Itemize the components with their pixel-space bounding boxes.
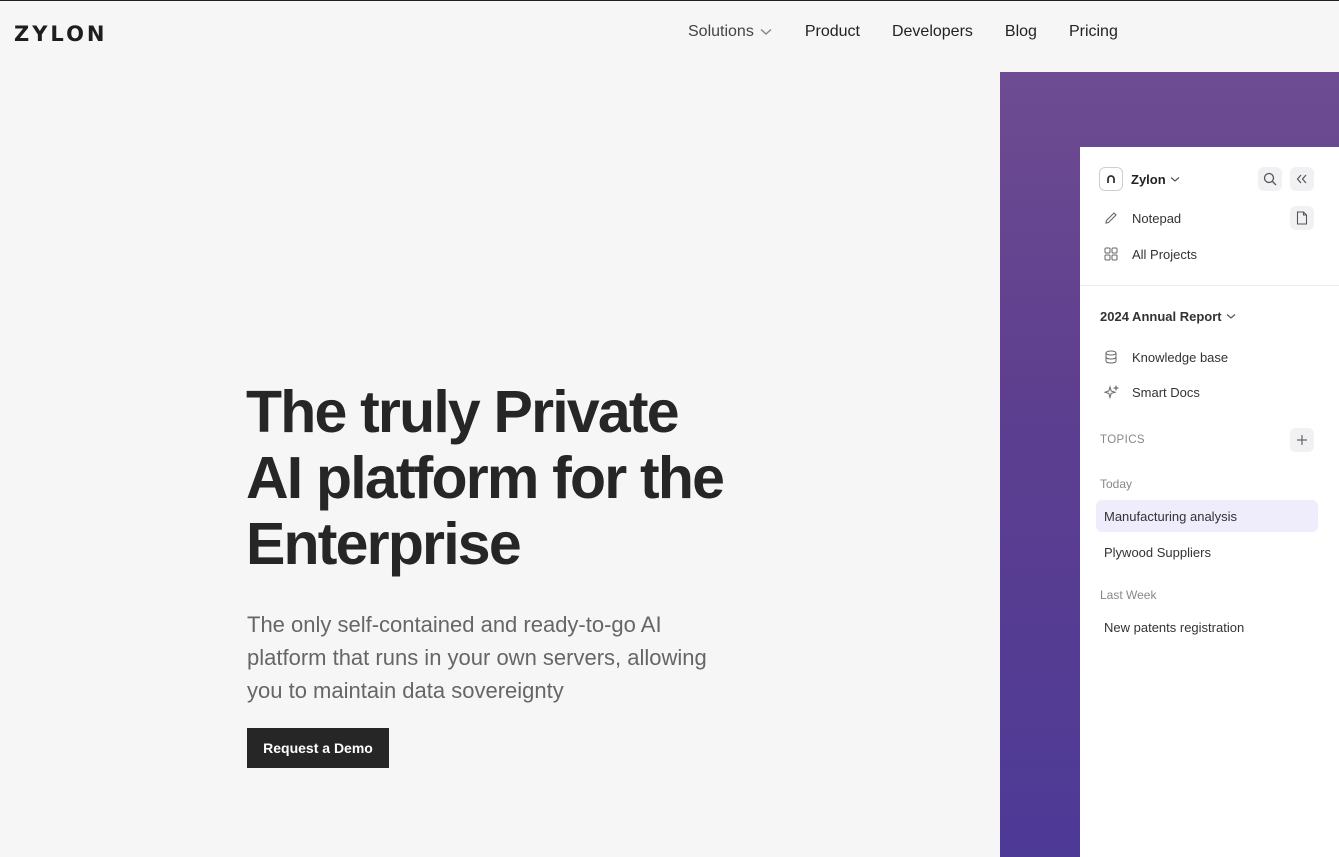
sidebar-item-label: All Projects (1132, 246, 1198, 262)
collapse-sidebar-button[interactable] (1290, 167, 1314, 191)
topic-label: New patents registration (1104, 619, 1245, 635)
collapse-sidebar-icon (1296, 174, 1307, 184)
pencil-icon (1103, 210, 1119, 226)
group-label-last-week: Last Week (1100, 588, 1157, 602)
workspace-logo-icon (1099, 167, 1123, 191)
hero-title: The truly Private AI platform for the En… (246, 379, 725, 577)
project-selector[interactable]: 2024 Annual Report (1100, 309, 1236, 324)
search-button[interactable] (1258, 167, 1282, 191)
plus-icon (1297, 435, 1307, 445)
zylon-logo[interactable]: ZYLON (14, 22, 108, 46)
nav-pricing[interactable]: Pricing (1069, 23, 1118, 41)
nav-blog[interactable]: Blog (1005, 23, 1037, 41)
nav-developers[interactable]: Developers (892, 23, 973, 41)
request-demo-button[interactable]: Request a Demo (247, 728, 389, 768)
sidebar-item-notepad[interactable]: Notepad (1103, 210, 1181, 226)
topics-label: TOPICS (1100, 434, 1146, 446)
new-note-button[interactable] (1290, 206, 1314, 230)
chevron-down-icon (760, 28, 772, 36)
sidebar-item-all-projects[interactable]: All Projects (1103, 246, 1197, 262)
grid-icon (1103, 246, 1119, 262)
topic-item[interactable]: New patents registration (1096, 611, 1318, 643)
sidebar-item-label: Notepad (1132, 210, 1182, 226)
topic-label: Manufacturing analysis (1104, 508, 1237, 524)
topic-item[interactable]: Plywood Suppliers (1096, 536, 1318, 568)
sidebar-item-label: Smart Docs (1132, 384, 1200, 400)
workspace-name: Zylon (1131, 171, 1166, 187)
add-topic-button[interactable] (1290, 428, 1314, 452)
chevron-down-icon (1226, 314, 1236, 319)
topic-item[interactable]: Manufacturing analysis (1096, 500, 1318, 532)
sidebar-item-knowledge-base[interactable]: Knowledge base (1103, 349, 1228, 365)
workspace-switcher[interactable]: Zylon (1099, 167, 1180, 191)
sidebar-item-label: Knowledge base (1132, 349, 1229, 365)
sidebar-item-smart-docs[interactable]: Smart Docs (1103, 384, 1200, 400)
chevron-down-icon (1170, 176, 1180, 182)
nav-solutions[interactable]: Solutions (688, 23, 772, 41)
nav-product[interactable]: Product (805, 23, 860, 41)
topic-label: Plywood Suppliers (1104, 544, 1211, 560)
main-nav: Solutions Product Developers Blog Pricin… (688, 23, 1150, 41)
search-icon (1263, 172, 1277, 186)
hero-subtitle: The only self-contained and ready-to-go … (247, 612, 707, 703)
group-label-today: Today (1100, 477, 1133, 491)
project-name: 2024 Annual Report (1100, 309, 1222, 324)
app-preview-sidebar: Zylon Notepad All Projects 2024 Annual R… (1080, 147, 1339, 857)
database-icon (1103, 349, 1119, 365)
nav-solutions-label: Solutions (688, 23, 754, 40)
sparkle-icon (1103, 384, 1119, 400)
new-note-icon (1296, 211, 1308, 225)
sidebar-divider (1080, 285, 1339, 286)
